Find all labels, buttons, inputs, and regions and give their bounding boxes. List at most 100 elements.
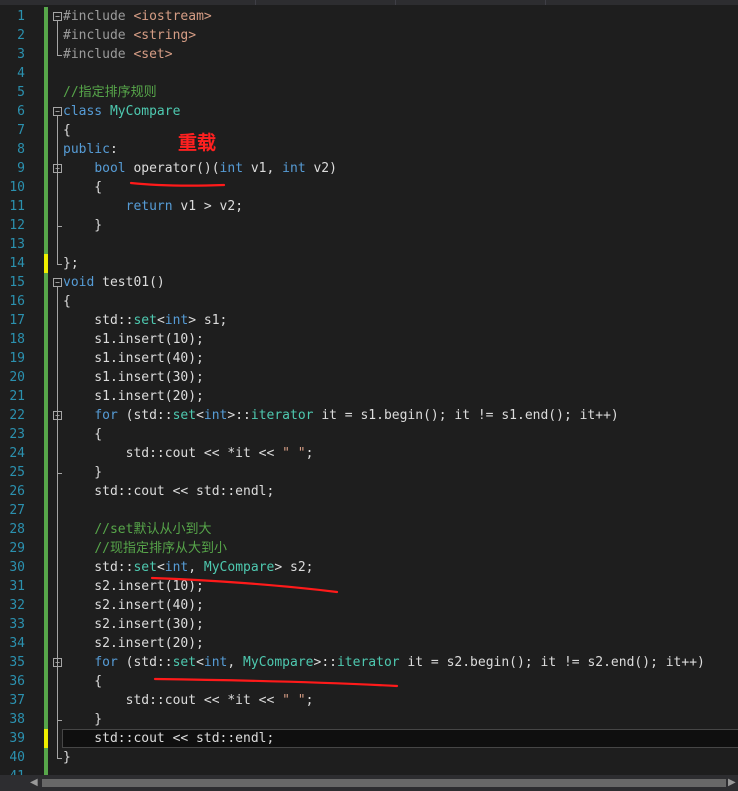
code-line[interactable]: 11 return v1 > v2;	[0, 197, 738, 216]
code-line[interactable]: 28 //set默认从小到大	[0, 520, 738, 539]
code-text[interactable]: for (std::set<int>::iterator it = s1.beg…	[63, 406, 618, 425]
code-line[interactable]: 14};	[0, 254, 738, 273]
code-text[interactable]: s2.insert(30);	[63, 615, 204, 634]
code-line[interactable]: 17 std::set<int> s1;	[0, 311, 738, 330]
code-line[interactable]: 33 s2.insert(30);	[0, 615, 738, 634]
saved-change-marker	[44, 197, 48, 216]
code-line[interactable]: 34 s2.insert(20);	[0, 634, 738, 653]
code-text[interactable]: std::cout << *it << " ";	[63, 691, 314, 710]
code-text[interactable]: for (std::set<int, MyCompare>::iterator …	[63, 653, 705, 672]
code-line[interactable]: 39 std::cout << std::endl;	[0, 729, 738, 748]
code-text[interactable]: class MyCompare	[63, 102, 180, 121]
code-text[interactable]: #include <iostream>	[63, 7, 212, 26]
code-text[interactable]: s2.insert(10);	[63, 577, 204, 596]
code-line[interactable]: 22− for (std::set<int>::iterator it = s1…	[0, 406, 738, 425]
saved-change-marker	[44, 178, 48, 197]
code-token: set	[133, 560, 157, 575]
code-line[interactable]: 37 std::cout << *it << " ";	[0, 691, 738, 710]
code-text[interactable]: }	[63, 748, 71, 767]
code-line[interactable]: 10 {	[0, 178, 738, 197]
line-number: 28	[9, 522, 25, 537]
code-text[interactable]: s2.insert(20);	[63, 634, 204, 653]
code-text[interactable]: //指定排序规则	[63, 83, 157, 102]
code-text[interactable]: s1.insert(10);	[63, 330, 204, 349]
code-text[interactable]: public:	[63, 140, 118, 159]
code-text[interactable]: s2.insert(40);	[63, 596, 204, 615]
code-text[interactable]: //set默认从小到大	[63, 520, 211, 539]
code-line[interactable]: 7{	[0, 121, 738, 140]
code-line[interactable]: 3 #include <set>	[0, 45, 738, 64]
code-line[interactable]: 2 #include <string>	[0, 26, 738, 45]
code-text[interactable]: std::cout << std::endl;	[63, 482, 274, 501]
code-text[interactable]: #include <set>	[63, 45, 173, 64]
code-text[interactable]: std::cout << *it << " ";	[63, 444, 314, 463]
collapse-minus-icon[interactable]: −	[53, 12, 62, 21]
code-line[interactable]: 4	[0, 64, 738, 83]
code-editor[interactable]: 1− #include <iostream> 2 #include <string> 3…	[0, 5, 738, 775]
code-line[interactable]: 5 //指定排序规则	[0, 83, 738, 102]
collapse-minus-icon[interactable]: −	[53, 107, 62, 116]
code-text[interactable]: }	[63, 463, 102, 482]
code-text[interactable]: {	[63, 178, 102, 197]
code-line[interactable]: 38 }	[0, 710, 738, 729]
code-line[interactable]: 15 − void test01()	[0, 273, 738, 292]
outline-guide-end	[57, 226, 62, 227]
code-text[interactable]: return v1 > v2;	[63, 197, 243, 216]
code-text[interactable]: s1.insert(20);	[63, 387, 204, 406]
code-line[interactable]: 6 − class MyCompare	[0, 102, 738, 121]
code-line[interactable]: 41	[0, 767, 738, 775]
code-text[interactable]: #include <string>	[63, 26, 196, 45]
scroll-thumb[interactable]	[42, 779, 726, 787]
scroll-right-arrow-icon[interactable]: ▶	[728, 778, 738, 788]
code-line[interactable]: 1 − #include <iostream>	[0, 7, 738, 26]
code-line[interactable]: 21 s1.insert(20);	[0, 387, 738, 406]
code-line[interactable]: 24 std::cout << *it << " ";	[0, 444, 738, 463]
code-line[interactable]: 31 s2.insert(10);	[0, 577, 738, 596]
code-line[interactable]: 8 public:	[0, 140, 738, 159]
outline-guide-end	[57, 264, 62, 265]
code-line[interactable]: 27	[0, 501, 738, 520]
code-line[interactable]: 20 s1.insert(30);	[0, 368, 738, 387]
code-text[interactable]: //现指定排序从大到小	[63, 539, 227, 558]
saved-change-marker	[44, 634, 48, 653]
code-line[interactable]: 36 {	[0, 672, 738, 691]
scroll-left-arrow-icon[interactable]: ◀	[30, 778, 40, 788]
code-text[interactable]: {	[63, 121, 71, 140]
collapse-minus-icon[interactable]: −	[53, 278, 62, 287]
line-number: 41	[0, 767, 25, 775]
code-text[interactable]: {	[63, 425, 102, 444]
saved-change-marker	[44, 482, 48, 501]
code-line[interactable]: 16 {	[0, 292, 738, 311]
code-text[interactable]: {	[63, 672, 102, 691]
code-line[interactable]: 19 s1.insert(40);	[0, 349, 738, 368]
code-text[interactable]: }	[63, 710, 102, 729]
code-line[interactable]: 30 std::set<int, MyCompare> s2;	[0, 558, 738, 577]
code-line[interactable]: 35− for (std::set<int, MyCompare>::itera…	[0, 653, 738, 672]
outline-guide	[57, 667, 58, 720]
code-line[interactable]: 13	[0, 235, 738, 254]
code-text[interactable]: s1.insert(30);	[63, 368, 204, 387]
code-text[interactable]: {	[63, 292, 71, 311]
code-text[interactable]: std::cout << std::endl;	[63, 729, 274, 748]
code-line[interactable]: 18 s1.insert(10);	[0, 330, 738, 349]
code-text[interactable]: }	[63, 216, 102, 235]
code-line[interactable]: 29 //现指定排序从大到小	[0, 539, 738, 558]
code-line[interactable]: 25 }	[0, 463, 738, 482]
code-text[interactable]: std::set<int> s1;	[63, 311, 227, 330]
code-token: s1.insert(10);	[63, 332, 204, 347]
line-number: 3	[17, 47, 25, 62]
code-line[interactable]: 26 std::cout << std::endl;	[0, 482, 738, 501]
code-line[interactable]: 23 {	[0, 425, 738, 444]
code-line[interactable]: 12 }	[0, 216, 738, 235]
horizontal-scrollbar[interactable]: ◀ ▶	[0, 775, 738, 791]
code-text[interactable]: bool operator()(int v1, int v2)	[63, 159, 337, 178]
code-text[interactable]: std::set<int, MyCompare> s2;	[63, 558, 313, 577]
code-text[interactable]: };	[63, 254, 79, 273]
code-token: ,	[227, 655, 244, 670]
code-text[interactable]: void test01()	[63, 273, 165, 292]
line-number: 36	[9, 674, 25, 689]
code-text[interactable]: s1.insert(40);	[63, 349, 204, 368]
code-line[interactable]: 9− bool operator()(int v1, int v2)	[0, 159, 738, 178]
code-line[interactable]: 32 s2.insert(40);	[0, 596, 738, 615]
code-line[interactable]: 40}	[0, 748, 738, 767]
